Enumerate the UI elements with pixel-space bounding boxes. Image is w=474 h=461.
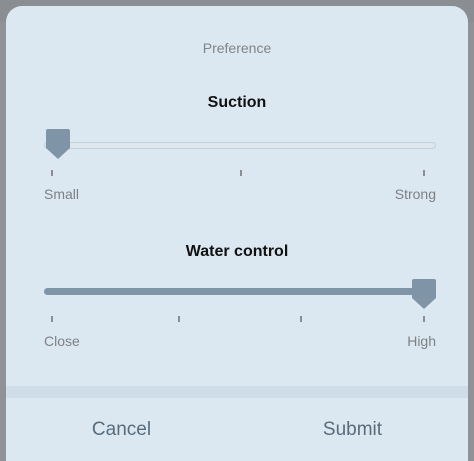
suction-tick-3 (423, 170, 425, 176)
water-control-tick-4 (423, 316, 425, 322)
preference-dialog: Preference Suction Small Strong Water co… (6, 6, 468, 461)
water-control-slider-thumb-icon[interactable] (411, 278, 437, 310)
suction-slider-thumb-icon[interactable] (45, 128, 71, 160)
suction-tick-1 (51, 170, 53, 176)
water-control-slider-track[interactable] (44, 288, 436, 295)
suction-max-label: Strong (394, 186, 436, 202)
water-control-min-label: Close (44, 333, 80, 349)
water-control-max-label: High (407, 333, 436, 349)
suction-title: Suction (207, 94, 267, 111)
suction-tick-2 (240, 170, 242, 176)
dialog-title: Preference (202, 40, 272, 56)
water-control-tick-3 (300, 316, 302, 322)
suction-min-label: Small (44, 186, 80, 202)
cancel-button[interactable]: Cancel (6, 398, 237, 461)
water-control-tick-1 (51, 316, 53, 322)
submit-button[interactable]: Submit (237, 398, 468, 461)
water-control-tick-2 (178, 316, 180, 322)
button-divider (6, 386, 468, 398)
suction-slider-track[interactable] (44, 142, 436, 149)
water-control-slider-fill (44, 288, 436, 295)
water-control-title: Water control (185, 243, 289, 260)
